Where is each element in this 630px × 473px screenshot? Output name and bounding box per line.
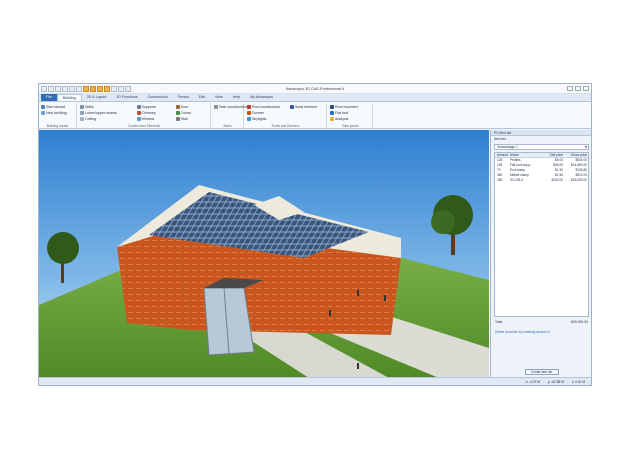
group-stairs: Stair construction Stairs — [212, 103, 247, 128]
analysis-button[interactable]: Analysis — [330, 116, 370, 122]
window-icon — [136, 117, 141, 121]
roof-mounted-icon — [330, 105, 334, 109]
tab-item-list[interactable]: Item list — [491, 136, 591, 142]
stair-button[interactable]: Stair — [175, 116, 208, 122]
group-roofs-dormers: Roof construction Dormer Skylights Solar… — [245, 103, 327, 128]
tab-edit[interactable]: Edit — [194, 94, 210, 101]
cutout-icon — [175, 111, 180, 115]
group-solar-plants: Roof mounted Flat roof Analysis Solar pl… — [328, 103, 373, 128]
total-value: $49,000.00 — [571, 320, 588, 324]
group-label: Construction Elements — [127, 124, 161, 128]
tab-2d-layout[interactable]: 2D & Layout — [82, 94, 112, 101]
group-construction-elements: Walls Lower/upper beams Ceiling Supports… — [78, 103, 211, 128]
pv-item-list-panel: PV item list Item list Solaranlage 1 Amo… — [490, 130, 591, 378]
status-bar: x: -4.07 M y: -62.68 M z: 0.00 M — [39, 377, 591, 385]
solar-system-select[interactable]: Solaranlage 1 — [494, 144, 589, 150]
wizard-icon — [41, 105, 45, 109]
panel-hint: Delete an article by resetting amount 0. — [495, 330, 551, 334]
ribbon: Start wizard New building Building wizar… — [39, 102, 591, 129]
window-controls — [567, 86, 589, 91]
total-row: Total $49,000.00 — [495, 320, 588, 324]
minimize-icon[interactable] — [567, 86, 573, 91]
coord-x: x: -4.07 M — [525, 379, 540, 384]
group-label: Roofs and Dormers — [271, 124, 300, 128]
new-building-icon — [41, 111, 45, 115]
3d-viewport[interactable] — [39, 130, 489, 378]
total-label: Total — [495, 320, 503, 324]
create-item-list-button[interactable]: Create item list — [524, 369, 559, 375]
3d-scene[interactable] — [39, 130, 489, 378]
maximize-icon[interactable] — [575, 86, 581, 91]
tab-construction[interactable]: Construction — [143, 94, 173, 101]
skylights-button[interactable]: Skylights — [247, 116, 287, 122]
ceiling-icon — [80, 117, 84, 121]
solar-element-button[interactable]: Solar element — [289, 104, 324, 110]
flat-roof-icon — [330, 111, 334, 115]
door-icon — [175, 105, 180, 109]
group-label: Stairs — [223, 124, 232, 128]
group-label: Building wizard — [46, 124, 69, 128]
tab-view[interactable]: View — [210, 94, 228, 101]
title-bar: Ashampoo 3D CAD Professional 6 — [39, 84, 591, 94]
tab-building[interactable]: Building — [56, 94, 82, 101]
coord-z: z: 0.00 M — [571, 379, 585, 384]
tab-my-ashampoo[interactable]: My Ashampoo — [245, 94, 278, 101]
stair-construction-icon — [214, 105, 218, 109]
group-building-wizard: Start wizard New building Building wizar… — [39, 103, 77, 128]
close-icon[interactable] — [583, 86, 589, 91]
dormer-icon — [247, 111, 251, 115]
walls-icon — [80, 105, 84, 109]
tab-file[interactable]: File — [41, 94, 57, 101]
support-icon — [136, 105, 141, 109]
roof-icon — [247, 105, 251, 109]
tab-3d-functions[interactable]: 3D Functions — [111, 94, 142, 101]
tab-terrain[interactable]: Terrain — [173, 94, 194, 101]
analysis-icon — [330, 117, 334, 121]
window-button[interactable]: Window — [136, 116, 173, 122]
ceiling-button[interactable]: Ceiling — [80, 116, 134, 122]
table-row[interactable]: 330 SV-235-2 $100.00 $33,000.00 — [495, 178, 588, 183]
stair-construction-button[interactable]: Stair construction — [214, 104, 247, 110]
solar-element-icon — [289, 105, 294, 109]
group-label: Solar plants — [341, 124, 359, 128]
chimney-icon — [136, 111, 141, 115]
coord-y: y: -62.68 M — [547, 379, 564, 384]
item-table: Amount Article Unit price Gross price 12… — [494, 152, 589, 317]
new-building-button[interactable]: New building — [41, 110, 74, 116]
beam-icon — [80, 111, 84, 115]
ribbon-tabs: File Building 2D & Layout 3D Functions C… — [39, 94, 591, 102]
skylight-icon — [247, 117, 251, 121]
cad-app-window: Ashampoo 3D CAD Professional 6 File Buil… — [38, 83, 592, 386]
window-title: Ashampoo 3D CAD Professional 6 — [285, 86, 345, 91]
stair-icon — [175, 117, 180, 121]
tab-help[interactable]: Help — [228, 94, 245, 101]
